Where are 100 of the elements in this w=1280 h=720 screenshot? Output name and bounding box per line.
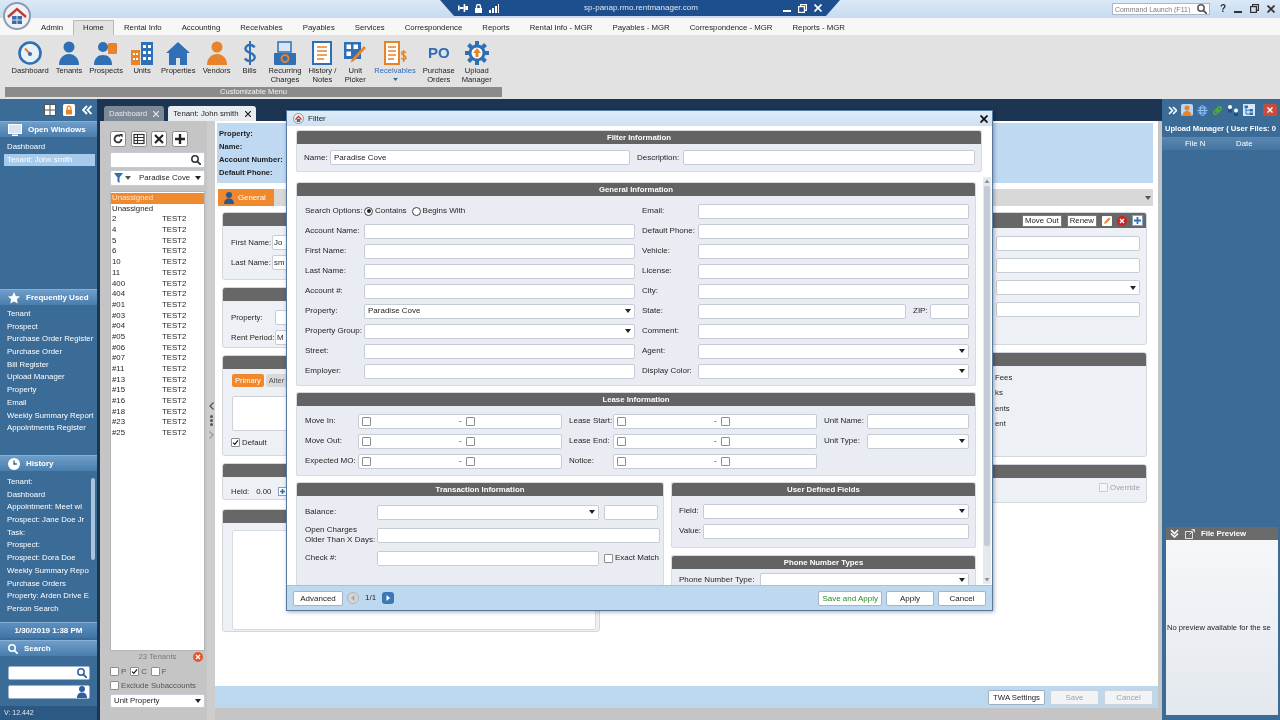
text-field[interactable] bbox=[703, 523, 969, 539]
dropdown-field[interactable] bbox=[364, 323, 635, 339]
section-header[interactable]: History bbox=[0, 455, 97, 471]
double-chevron-down-icon[interactable] bbox=[1170, 529, 1179, 538]
text-field[interactable] bbox=[867, 413, 969, 429]
link-icon[interactable] bbox=[1212, 104, 1223, 116]
chevron-right-icon[interactable] bbox=[208, 431, 214, 439]
delete-icon[interactable] bbox=[1117, 215, 1127, 226]
popout-icon[interactable] bbox=[1185, 528, 1195, 539]
text-field[interactable] bbox=[698, 243, 969, 259]
checkbox[interactable] bbox=[362, 436, 371, 446]
text-field[interactable] bbox=[364, 343, 635, 359]
restore-icon[interactable] bbox=[1250, 4, 1259, 13]
caret-icon[interactable] bbox=[1130, 285, 1136, 290]
close-icon[interactable] bbox=[1267, 4, 1275, 13]
close-icon[interactable] bbox=[244, 110, 251, 117]
caret-icon[interactable] bbox=[625, 329, 631, 333]
text-field[interactable] bbox=[364, 283, 635, 299]
section-header[interactable]: Search bbox=[0, 640, 97, 656]
text-field[interactable] bbox=[364, 243, 635, 259]
next-icon[interactable] bbox=[382, 592, 395, 604]
caret-icon[interactable] bbox=[625, 309, 631, 313]
grid-icon[interactable] bbox=[44, 104, 56, 116]
section-header[interactable]: Frequently Used bbox=[0, 289, 97, 305]
dialog-button[interactable]: Apply bbox=[886, 590, 934, 606]
checkbox[interactable] bbox=[617, 456, 626, 466]
double-chevron-left-icon[interactable] bbox=[82, 105, 92, 115]
dropdown-field[interactable] bbox=[698, 363, 969, 379]
caret-icon[interactable] bbox=[959, 578, 965, 582]
date-range-field[interactable]: - bbox=[613, 433, 817, 449]
dropdown-field[interactable] bbox=[867, 433, 969, 449]
text-field[interactable] bbox=[364, 223, 635, 239]
plus-icon[interactable] bbox=[171, 131, 188, 147]
dropdown-field[interactable] bbox=[760, 572, 969, 585]
restore-icon[interactable] bbox=[798, 3, 807, 13]
text-field[interactable] bbox=[604, 504, 658, 520]
advanced-button[interactable]: Advanced bbox=[293, 590, 343, 606]
close-icon[interactable] bbox=[151, 131, 167, 147]
date-range-field[interactable]: - bbox=[358, 413, 562, 429]
scrollbar[interactable] bbox=[983, 177, 991, 584]
checkbox[interactable] bbox=[465, 436, 475, 446]
text-field[interactable] bbox=[377, 527, 660, 543]
radio-button[interactable]: Contains bbox=[364, 206, 407, 216]
globe-icon[interactable] bbox=[1197, 104, 1208, 116]
text-field[interactable]: Paradise Cove bbox=[330, 150, 630, 165]
checkbox[interactable] bbox=[720, 436, 730, 446]
caret-icon[interactable] bbox=[589, 510, 595, 514]
checkbox[interactable]: Exact Match bbox=[604, 553, 659, 563]
section-header[interactable]: Open Windows bbox=[0, 121, 97, 137]
text-field[interactable] bbox=[996, 236, 1140, 251]
text-field[interactable] bbox=[698, 223, 969, 239]
scrollbar[interactable] bbox=[91, 478, 95, 560]
date-range-field[interactable]: - bbox=[613, 413, 817, 429]
double-chevron-right-icon[interactable] bbox=[1168, 105, 1177, 115]
dropdown-field[interactable]: Paradise Cove bbox=[364, 303, 635, 319]
checkbox[interactable] bbox=[465, 456, 475, 466]
close-icon[interactable] bbox=[980, 114, 988, 123]
dialog-button[interactable]: Save and Apply bbox=[818, 590, 882, 606]
text-field[interactable] bbox=[930, 303, 969, 319]
clear-icon[interactable] bbox=[193, 652, 203, 662]
dropdown-field[interactable] bbox=[996, 280, 1140, 295]
date-range-field[interactable]: - bbox=[613, 453, 817, 469]
text-field[interactable] bbox=[698, 283, 969, 299]
checkbox[interactable] bbox=[362, 416, 371, 426]
text-field[interactable] bbox=[698, 323, 969, 339]
text-field[interactable] bbox=[364, 363, 635, 379]
person-search-field[interactable] bbox=[8, 685, 90, 699]
caret-icon[interactable] bbox=[959, 509, 965, 513]
text-field[interactable] bbox=[364, 263, 635, 279]
date-range-field[interactable]: - bbox=[358, 433, 562, 449]
help-button[interactable]: ? bbox=[1219, 3, 1226, 14]
text-field[interactable] bbox=[698, 203, 969, 219]
checkbox[interactable] bbox=[362, 456, 371, 466]
text-field[interactable] bbox=[377, 550, 599, 566]
text-field[interactable] bbox=[698, 303, 906, 319]
checkbox[interactable] bbox=[720, 416, 730, 426]
search-field[interactable] bbox=[8, 666, 90, 680]
person-icon[interactable] bbox=[77, 686, 87, 698]
pencil-icon[interactable] bbox=[1102, 215, 1112, 226]
checkbox[interactable] bbox=[617, 436, 626, 446]
logo-icon[interactable] bbox=[3, 2, 31, 30]
date-range-field[interactable]: - bbox=[358, 453, 562, 469]
caret-icon[interactable] bbox=[959, 439, 965, 443]
caret-icon[interactable] bbox=[959, 369, 965, 373]
caret-icon[interactable] bbox=[125, 176, 131, 180]
text-field[interactable] bbox=[683, 150, 975, 165]
checkbox[interactable] bbox=[465, 416, 475, 426]
text-field[interactable] bbox=[996, 258, 1140, 273]
dropdown-field[interactable] bbox=[698, 343, 969, 359]
tree-icon[interactable] bbox=[1243, 104, 1255, 116]
dropdown-field[interactable] bbox=[377, 504, 599, 520]
refresh-icon[interactable] bbox=[110, 131, 126, 147]
grip-icon[interactable] bbox=[209, 415, 213, 426]
caret-icon[interactable] bbox=[195, 176, 201, 180]
search-icon[interactable] bbox=[77, 668, 87, 678]
people-icon[interactable] bbox=[1227, 104, 1239, 116]
checkbox[interactable] bbox=[720, 456, 730, 466]
caret-icon[interactable] bbox=[959, 349, 965, 353]
chevron-left-icon[interactable] bbox=[208, 402, 214, 410]
radio-button[interactable]: Begins With bbox=[411, 206, 466, 216]
